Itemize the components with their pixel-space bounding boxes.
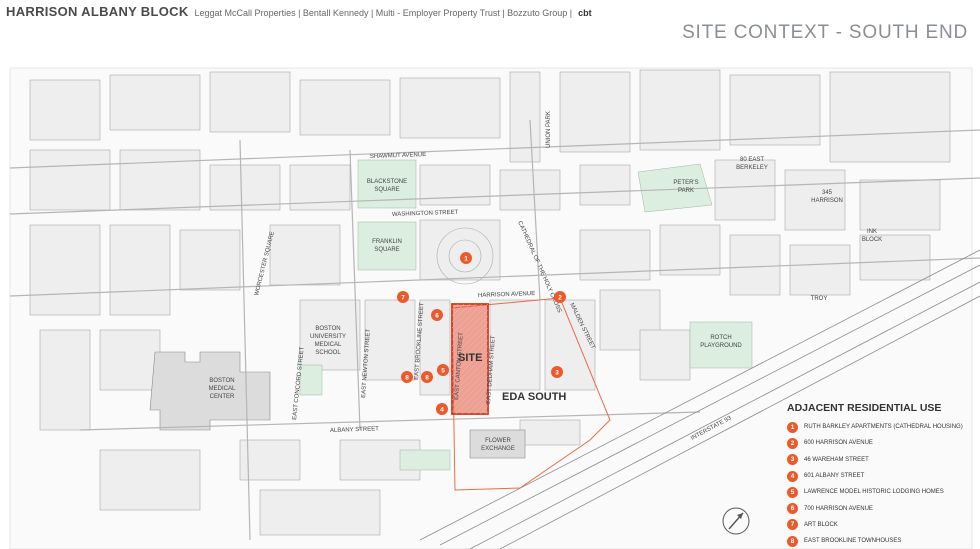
legend-item-label: 600 HARRISON AVENUE <box>804 440 873 447</box>
rotch-playground-label-2: PLAYGROUND <box>700 343 742 349</box>
marker-4: 4 <box>436 403 448 415</box>
legend-item: 3 46 WAREHAM STREET <box>787 452 977 468</box>
legend-number-badge: 7 <box>787 519 798 531</box>
firm-logo: cbt <box>578 8 592 18</box>
legend-item-label: EAST BROOKLINE TOWNHOUSES <box>804 538 902 545</box>
legend-number-badge: 3 <box>787 454 798 466</box>
legend-item: 4 601 ALBANY STREET <box>787 468 977 484</box>
ink-block-label-1: INK <box>867 229 877 235</box>
header: HARRISON ALBANY BLOCK Leggat McCall Prop… <box>6 4 592 22</box>
legend-item-label: 601 ALBANY STREET <box>804 473 865 480</box>
flower-exchange-label-2: EXCHANGE <box>481 446 515 452</box>
legend-item-label: ART BLOCK <box>804 521 838 528</box>
svg-text:8: 8 <box>405 375 409 382</box>
harrison-345-label-1: 345 <box>822 190 833 196</box>
bmc-label-2: MEDICAL <box>209 386 236 392</box>
legend-item: 5 LAWRENCE MODEL HISTORIC LODGING HOMES <box>787 484 977 500</box>
marker-3: 3 <box>551 366 563 378</box>
blackstone-square-label-1: BLACKSTONE <box>367 179 407 185</box>
bu-medical-school-label-2: UNIVERSITY <box>310 334 346 340</box>
harrison-345-label-2: HARRISON <box>811 198 843 204</box>
bu-medical-school-label-1: BOSTON <box>315 326 340 332</box>
bu-medical-school-label-3: MEDICAL <box>315 342 342 348</box>
union-park-label: UNION PARK <box>546 111 552 148</box>
franklin-square-park <box>357 221 417 271</box>
marker-7: 7 <box>397 291 409 303</box>
albany-green <box>399 449 451 471</box>
legend-item-label: 46 WAREHAM STREET <box>804 456 869 463</box>
marker-8b: 8 <box>421 371 433 383</box>
legend: ADJACENT RESIDENTIAL USE 1 RUTH BARKLEY A… <box>787 402 977 549</box>
legend-number-badge: 1 <box>787 421 798 433</box>
legend-title: ADJACENT RESIDENTIAL USE <box>787 402 942 414</box>
legend-item-label: LAWRENCE MODEL HISTORIC LODGING HOMES <box>804 489 944 496</box>
svg-text:6: 6 <box>435 313 439 320</box>
legend-number-badge: 6 <box>787 503 798 515</box>
legend-item: 2 600 HARRISON AVENUE <box>787 435 977 451</box>
rotch-playground-label-1: ROTCH <box>710 335 731 341</box>
east-berkeley-label-1: 80 EAST <box>740 157 764 163</box>
svg-text:7: 7 <box>401 295 405 302</box>
blackstone-square-label-2: SQUARE <box>374 187 399 193</box>
flower-exchange-building <box>469 429 526 459</box>
franklin-square-label-2: SQUARE <box>374 247 399 253</box>
marker-2: 2 <box>554 291 566 303</box>
peters-park-label-1: PETER'S <box>673 180 698 186</box>
partners-list: Leggat McCall Properties | Bentall Kenne… <box>194 8 573 18</box>
marker-8a: 8 <box>401 371 413 383</box>
legend-item: 1 RUTH BARKLEY APARTMENTS (CATHEDRAL HOUS… <box>787 419 977 435</box>
legend-item-label: RUTH BARKLEY APARTMENTS (CATHEDRAL HOUSI… <box>804 424 963 431</box>
project-title: HARRISON ALBANY BLOCK <box>6 4 189 19</box>
legend-item: 6 700 HARRISON AVENUE <box>787 500 977 516</box>
bmc-label-1: BOSTON <box>209 378 234 384</box>
ink-block-label-2: BLOCK <box>862 237 882 243</box>
marker-1: 1 <box>460 252 472 264</box>
svg-text:3: 3 <box>555 370 559 377</box>
legend-item: 7 ART BLOCK <box>787 517 977 533</box>
peters-park-label-2: PARK <box>678 188 694 194</box>
svg-text:2: 2 <box>558 295 562 302</box>
sheet-title: SITE CONTEXT - SOUTH END <box>682 22 968 43</box>
bmc-label-3: CENTER <box>210 394 235 400</box>
svg-text:4: 4 <box>440 407 444 414</box>
legend-number-badge: 2 <box>787 437 798 449</box>
svg-text:1: 1 <box>464 256 468 263</box>
legend-number-badge: 4 <box>787 470 798 482</box>
legend-items: 1 RUTH BARKLEY APARTMENTS (CATHEDRAL HOUS… <box>787 419 977 549</box>
troy-label: TROY <box>811 296 828 302</box>
east-berkeley-label-2: BERKELEY <box>736 165 768 171</box>
marker-5: 5 <box>437 364 449 376</box>
svg-text:8: 8 <box>425 375 429 382</box>
flower-exchange-label-1: FLOWER <box>485 438 511 444</box>
legend-number-badge: 8 <box>787 535 798 547</box>
bu-medical-school-label-4: SCHOOL <box>315 350 341 356</box>
franklin-square-label-1: FRANKLIN <box>372 239 402 245</box>
legend-item: 8 EAST BROOKLINE TOWNHOUSES <box>787 533 977 549</box>
eda-south-label: EDA SOUTH <box>502 391 566 403</box>
legend-number-badge: 5 <box>787 486 798 498</box>
legend-item-label: 700 HARRISON AVENUE <box>804 505 873 512</box>
svg-text:5: 5 <box>441 368 445 375</box>
marker-6: 6 <box>431 309 443 321</box>
